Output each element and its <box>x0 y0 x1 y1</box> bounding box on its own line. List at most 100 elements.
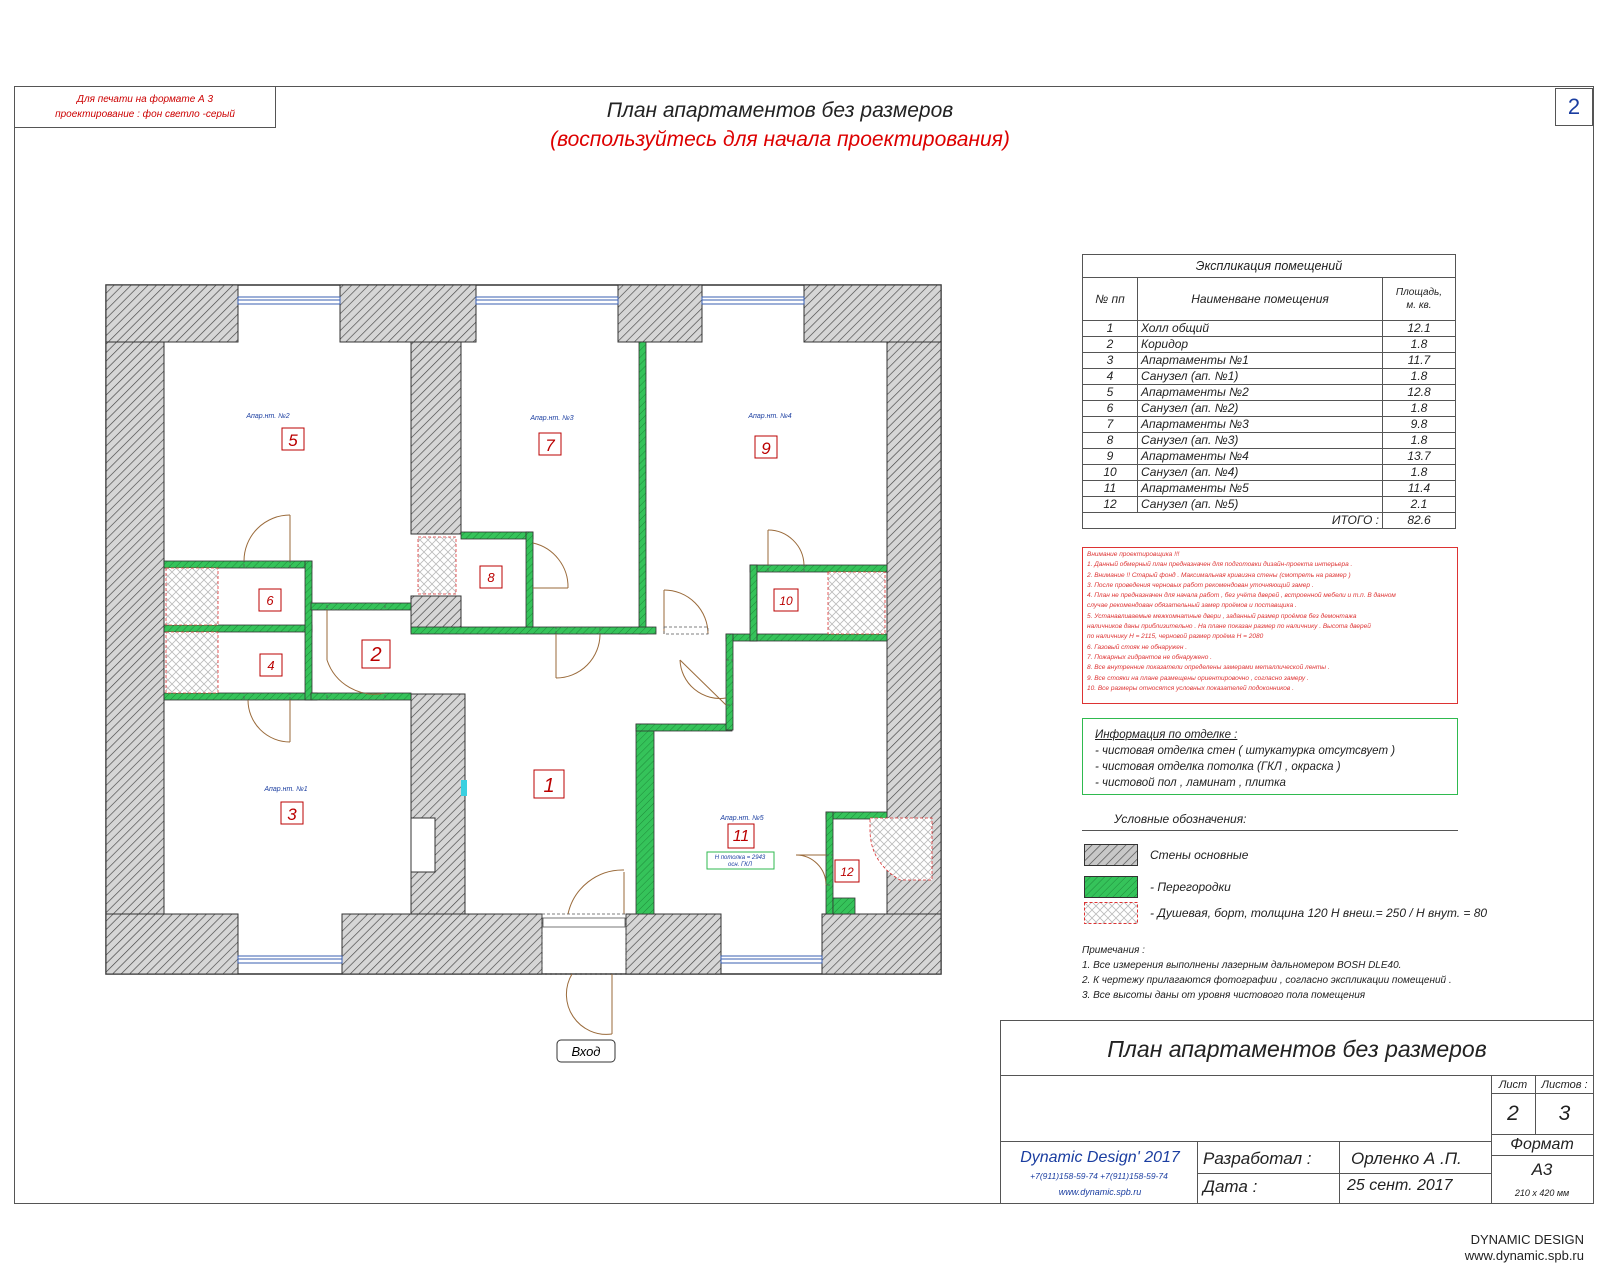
room-labels: Апар.нт. №2 5 Апар.нт. №3 7 Апар.нт. №4 … <box>245 413 860 883</box>
row-area: 1.8 <box>1382 336 1456 353</box>
room-label-11: Апар.нт. №5 <box>719 815 763 822</box>
explication-row: 8 Санузел (ап. №3) 1.8 <box>1082 432 1456 449</box>
room-number-8: 8 <box>487 570 495 585</box>
remark-item: 2. К чертежу прилагаются фотографии , со… <box>1082 975 1452 986</box>
legend-text-wall: Стены основные <box>1150 848 1249 862</box>
room-number-2: 2 <box>369 644 381 666</box>
note-item: 5. Устанавливаемые межкомнатные двери , … <box>1087 612 1357 620</box>
explication-row: 7 Апартаменты №3 9.8 <box>1082 416 1456 433</box>
note-item: 1. Данный обмерный план предназначен для… <box>1087 561 1353 569</box>
room-label-7: Апар.нт. №3 <box>529 415 573 422</box>
finish-item: - чистовой пол , ламинат , плитка <box>1095 777 1286 789</box>
note-item: наличников даны приблизительно . На план… <box>1087 623 1371 631</box>
finish-item: - чистовая отделка стен ( штукатурка отс… <box>1095 745 1396 757</box>
row-name: Санузел (ап. №4) <box>1137 464 1383 481</box>
remarks: Примечания : 1. Все измерения выполнены … <box>1082 943 1452 1003</box>
legend-text-shower: - Душевая, борт, толщина 120 Н внеш.= 25… <box>1150 906 1488 920</box>
row-area: 2.1 <box>1382 496 1456 513</box>
sheets-label: Листов : <box>1536 1075 1593 1094</box>
format-size: 210 х 420 мм <box>1514 1188 1570 1198</box>
stamp-row-divider <box>1197 1173 1491 1174</box>
row-area: 12.8 <box>1382 384 1456 401</box>
company-phones: +7(911)158-59-74 +7(911)158-59-74 <box>1030 1171 1168 1181</box>
total-value: 82.6 <box>1382 512 1456 529</box>
row-num: 5 <box>1082 384 1138 401</box>
floor-plan: Апар.нт. №2 5 Апар.нт. №3 7 Апар.нт. №4 … <box>105 284 942 1063</box>
ceiling-height-line1: Н потолка = 2943 <box>715 855 766 861</box>
note-item: 2. Внимание !! Старый фонд . Максимальна… <box>1087 571 1351 579</box>
company-site: www.dynamic.spb.ru <box>1058 1187 1142 1197</box>
note-item: 8. Все внутренние показатели определены … <box>1087 664 1330 672</box>
room-label-5: Апар.нт. №2 <box>245 413 289 420</box>
row-name: Апартаменты №1 <box>1137 352 1383 369</box>
legend-swatch-partition <box>1084 876 1138 898</box>
row-area: 11.7 <box>1382 352 1456 369</box>
row-name: Апартаменты №3 <box>1137 416 1383 433</box>
row-name: Санузел (ап. №5) <box>1137 496 1383 513</box>
explication-row: 10 Санузел (ап. №4) 1.8 <box>1082 464 1456 481</box>
note-item: 4. План не предназначен для начала работ… <box>1087 592 1396 600</box>
row-name: Коридор <box>1137 336 1383 353</box>
col-area-line1: Площадь, <box>1395 287 1443 298</box>
company-name: Dynamic Design' 2017 <box>1020 1149 1180 1166</box>
legend-title: Условные обозначения: <box>1114 812 1247 826</box>
room-number-10: 10 <box>779 594 793 608</box>
row-area: 1.8 <box>1382 432 1456 449</box>
entrance-threshold <box>542 917 626 928</box>
row-area: 1.8 <box>1382 464 1456 481</box>
row-area: 1.8 <box>1382 400 1456 417</box>
room-number-3: 3 <box>287 805 297 824</box>
finish-item: - чистовая отделка потолка (ГКЛ , окраск… <box>1095 761 1341 773</box>
note-item: 6. Газовый стояк не обнаружен . <box>1087 643 1188 651</box>
row-num: 6 <box>1082 400 1138 417</box>
title-block: План апартаментов без размеров Лист Лист… <box>1000 1020 1594 1204</box>
finish-info: Информация по отделке : - чистовая отдел… <box>1082 718 1458 795</box>
footer-brand-name: DYNAMIC DESIGN <box>1470 1232 1584 1247</box>
format-value: А3 <box>1531 1160 1553 1179</box>
explication-row: 11 Апартаменты №5 11.4 <box>1082 480 1456 497</box>
stamp-divider <box>1001 1141 1491 1142</box>
note-item: случае рекомендован обязательный замер п… <box>1087 602 1297 610</box>
riser-marker <box>461 780 467 796</box>
footer-url: www.dynamic.spb.ru <box>1464 1248 1584 1263</box>
footer-brand: DYNAMIC DESIGN www.dynamic.spb.ru <box>1438 1232 1584 1264</box>
room-number-5: 5 <box>288 431 298 450</box>
room-number-9: 9 <box>761 439 771 458</box>
explication-row: 2 Коридор 1.8 <box>1082 336 1456 353</box>
col-area-header: Площадь, м. кв. <box>1382 277 1456 321</box>
legend-swatch-wall <box>1084 844 1138 866</box>
note-item: 10. Все размеры относятся условных показ… <box>1087 684 1294 692</box>
room-label-9: Апар.нт. №4 <box>747 413 791 420</box>
col-num-header: № пп <box>1082 277 1138 321</box>
row-area: 12.1 <box>1382 320 1456 337</box>
explication-row: 6 Санузел (ап. №2) 1.8 <box>1082 400 1456 417</box>
row-name: Апартаменты №2 <box>1137 384 1383 401</box>
designer-notes: Внимание проектировщика !!! 1. Данный обм… <box>1082 547 1458 704</box>
row-name: Холл общий <box>1137 320 1383 337</box>
remark-item: 3. Все высоты даны от уровня чистового п… <box>1082 990 1366 1001</box>
note-item: 7. Пожарных гидрантов не обнаружено . <box>1087 653 1212 661</box>
legend-divider <box>1082 830 1458 831</box>
room-number-6: 6 <box>266 593 274 608</box>
sheet-value: 2 <box>1491 1094 1536 1135</box>
format-label: Формат <box>1491 1135 1593 1156</box>
explication-row: 12 Санузел (ап. №5) 2.1 <box>1082 496 1456 513</box>
stamp-title: План апартаментов без размеров <box>1001 1021 1593 1076</box>
room-number-12: 12 <box>840 865 854 879</box>
row-num: 2 <box>1082 336 1138 353</box>
explication-row: 4 Санузел (ап. №1) 1.8 <box>1082 368 1456 385</box>
note-item: 3. После проведения черновых работ реком… <box>1087 581 1314 589</box>
notes-title: Внимание проектировщика !!! <box>1087 551 1180 558</box>
developer-name: Орленко А .П. <box>1351 1149 1462 1168</box>
row-area: 11.4 <box>1382 480 1456 497</box>
explication-row: 3 Апартаменты №1 11.7 <box>1082 352 1456 369</box>
row-num: 7 <box>1082 416 1138 433</box>
room-number-4: 4 <box>267 658 274 673</box>
note-item: 9. Все стояки на плане размещены ориенти… <box>1087 674 1309 682</box>
row-name: Санузел (ап. №2) <box>1137 400 1383 417</box>
room-label-3: Апар.нт. №1 <box>263 786 307 793</box>
row-num: 12 <box>1082 496 1138 513</box>
room-number-1: 1 <box>543 775 554 797</box>
date-label: Дата : <box>1203 1177 1258 1196</box>
partitions <box>163 341 888 915</box>
